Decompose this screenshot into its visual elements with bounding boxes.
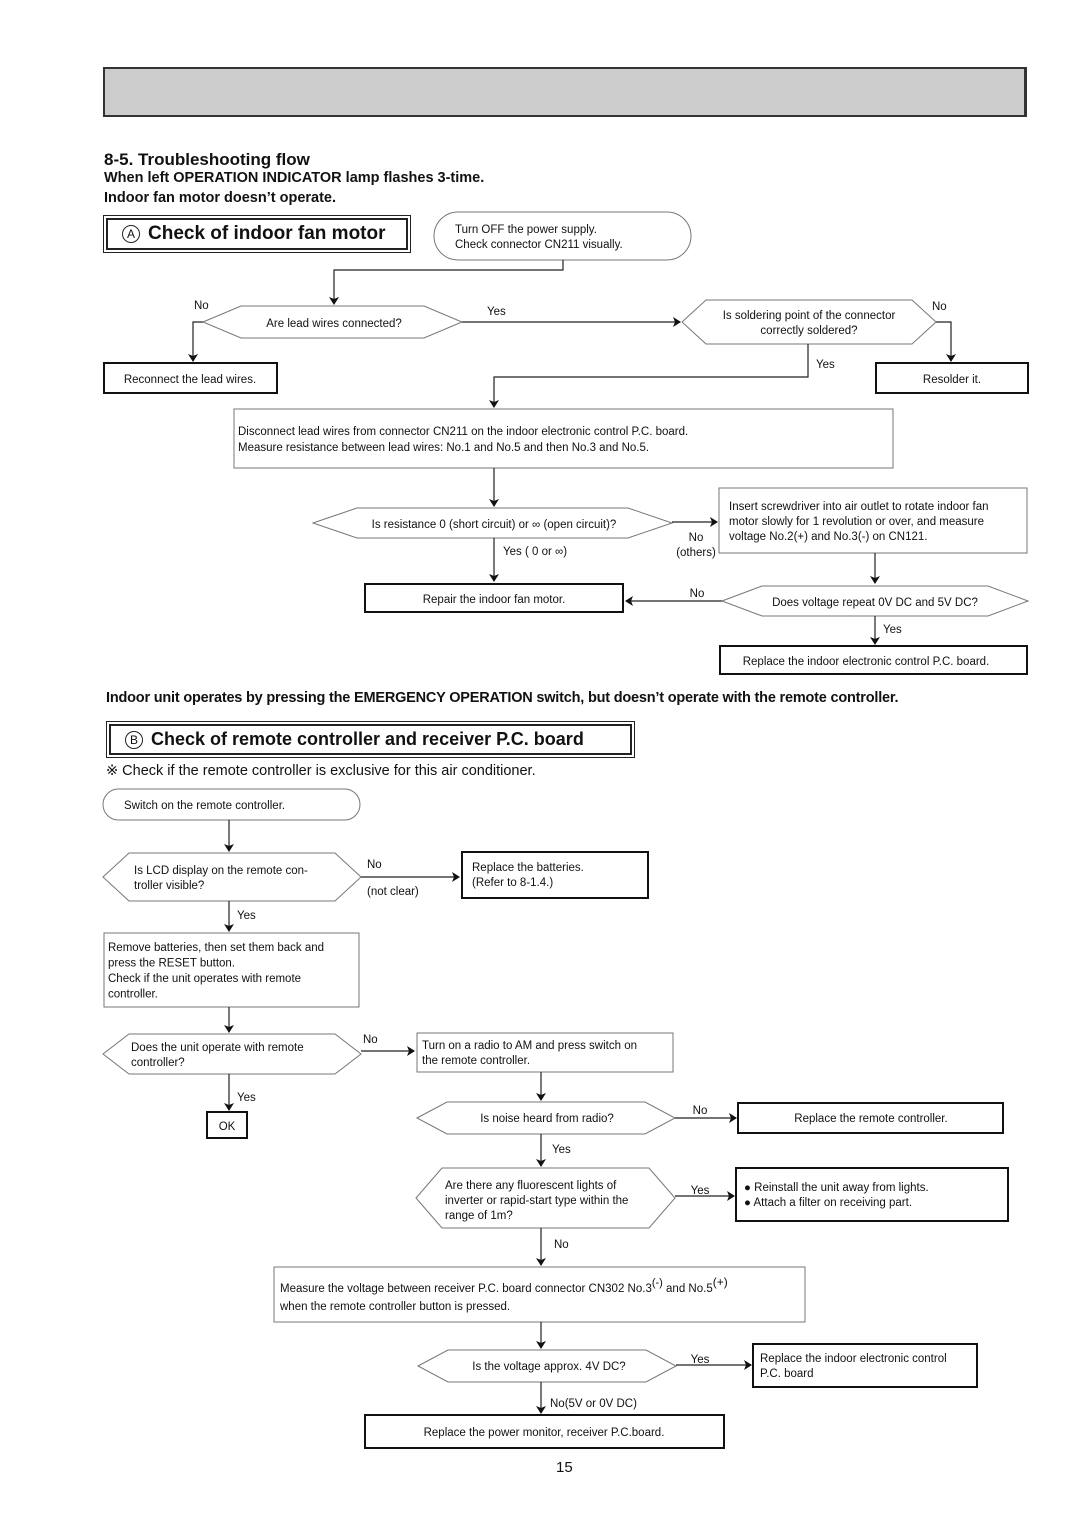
fluor-no-label: No: [554, 1239, 569, 1251]
fluor-yes-label: Yes: [691, 1185, 710, 1197]
radio-am-text-line: the remote controller.: [422, 1055, 530, 1067]
decision-lead-wires-text-line: Are lead wires connected?: [266, 318, 402, 330]
noise-no-label: No: [693, 1105, 708, 1117]
ok-text-line: OK: [219, 1121, 236, 1133]
lcd-no-label: No: [367, 859, 382, 871]
replace-indoor-pcb-text-line: Replace the indoor electronic control P.…: [743, 656, 990, 668]
decision-fluorescent-text-line: inverter or rapid-start type within the: [445, 1195, 628, 1207]
disconnect-text-line: Disconnect lead wires from connector CN2…: [238, 426, 688, 438]
screwdriver-text-line: voltage No.2(+) and No.3(-) on CN121.: [729, 531, 927, 543]
reset-remote-text-line: Remove batteries, then set them back and: [108, 942, 324, 954]
decision-soldering-text-line: correctly soldered?: [760, 325, 857, 337]
decision-lcd-visible-text-line: troller visible?: [134, 880, 204, 892]
solder-no-arrow: [936, 321, 956, 362]
start-power-off-text-line: Turn OFF the power supply.: [455, 224, 597, 236]
decision-unit-operates-text-line: Does the unit operate with remote: [131, 1042, 304, 1054]
decision-fluorescent-text-line: Are there any fluorescent lights of: [445, 1180, 617, 1192]
decision-lcd-visible-text-line: Is LCD display on the remote con-: [134, 865, 308, 877]
start-remote-on-text-line: Switch on the remote controller.: [124, 800, 285, 812]
voltage-yes-label: Yes: [883, 624, 902, 636]
start-power-off-text-line: Check connector CN211 visually.: [455, 239, 623, 251]
superscript-plus: (+): [713, 1275, 728, 1289]
lcd-yes-label: Yes: [237, 910, 256, 922]
decision-unit-operates-text-line: controller?: [131, 1057, 185, 1069]
replace-indoor-control-text-line: Replace the indoor electronic control: [760, 1353, 947, 1365]
v4-no-label: No(5V or 0V DC): [550, 1398, 637, 1410]
resistance-others-label: (others): [676, 547, 716, 559]
decision-voltage-4v-text-line: Is the voltage approx. 4V DC?: [472, 1361, 625, 1373]
decision-soldering: [681, 299, 937, 345]
disconnect-lead-wires-node: [233, 408, 894, 469]
lead-yes-label: Yes: [487, 306, 506, 318]
operate-yes-label: Yes: [237, 1092, 256, 1104]
measure-cn302-text-line: when the remote controller button is pre…: [279, 1301, 510, 1313]
lcd-not-clear-label: (not clear): [367, 886, 419, 898]
troubleshooting-flowchart: Turn OFF the power supply. Check connecto…: [102, 211, 1030, 1449]
decision-lcd-visible: [102, 852, 362, 902]
solder-no-label: No: [932, 301, 947, 313]
repair-fan-motor-text-line: Repair the indoor fan motor.: [423, 594, 566, 606]
reset-remote-text-line: Check if the unit operates with remote: [108, 973, 301, 985]
radio-am-text-line: Turn on a radio to AM and press switch o…: [422, 1040, 637, 1052]
screwdriver-text-line: motor slowly for 1 revolution or over, a…: [729, 516, 984, 528]
reinstall-filter-text-line: ● Reinstall the unit away from lights.: [744, 1182, 929, 1194]
resolder-text-line: Resolder it.: [923, 374, 981, 386]
disconnect-text-line: Measure resistance between lead wires: N…: [238, 442, 649, 454]
reset-remote-text-line: press the RESET button.: [108, 958, 235, 970]
resistance-yes-label: Yes ( 0 or ∞): [503, 546, 567, 558]
reinstall-filter-node: [735, 1167, 1009, 1222]
voltage-no-label: No: [690, 588, 705, 600]
replace-indoor-control-node: [752, 1343, 978, 1388]
replace-batteries-text-line: (Refer to 8-1.4.): [472, 877, 553, 889]
noise-yes-label: Yes: [552, 1144, 571, 1156]
measure-mid: and No.5: [663, 1283, 713, 1295]
replace-remote-text-line: Replace the remote controller.: [794, 1113, 947, 1125]
decision-soldering-text-line: Is soldering point of the connector: [723, 310, 896, 322]
v4-yes-label: Yes: [691, 1354, 710, 1366]
page-number: 15: [556, 1459, 573, 1476]
screwdriver-text-line: Insert screwdriver into air outlet to ro…: [729, 501, 989, 513]
decision-fluorescent-text-line: range of 1m?: [445, 1210, 513, 1222]
decision-voltage-repeat-text-line: Does voltage repeat 0V DC and 5V DC?: [772, 597, 978, 609]
solder-yes-arrow: [489, 344, 809, 408]
decision-noise-heard-text-line: Is noise heard from radio?: [480, 1113, 614, 1125]
solder-yes-label: Yes: [816, 359, 835, 371]
replace-power-monitor-text-line: Replace the power monitor, receiver P.C.…: [424, 1427, 665, 1439]
lead-no-arrow: [188, 321, 203, 362]
superscript-minus: (-): [652, 1277, 663, 1289]
resistance-no-label: No: [689, 532, 704, 544]
operate-no-label: No: [363, 1034, 378, 1046]
reset-remote-text-line: controller.: [108, 989, 158, 1001]
reinstall-filter-text-line: ● Attach a filter on receiving part.: [744, 1197, 912, 1209]
lead-no-label: No: [194, 300, 209, 312]
decision-resistance-text-line: Is resistance 0 (short circuit) or ∞ (op…: [372, 519, 617, 531]
start-power-off-node: [433, 211, 692, 261]
replace-indoor-control-text-line: P.C. board: [760, 1368, 814, 1380]
replace-batteries-node: [461, 851, 649, 899]
replace-batteries-text-line: Replace the batteries.: [472, 862, 584, 874]
reconnect-text-line: Reconnect the lead wires.: [124, 374, 256, 386]
connector-arrow: [329, 260, 564, 305]
